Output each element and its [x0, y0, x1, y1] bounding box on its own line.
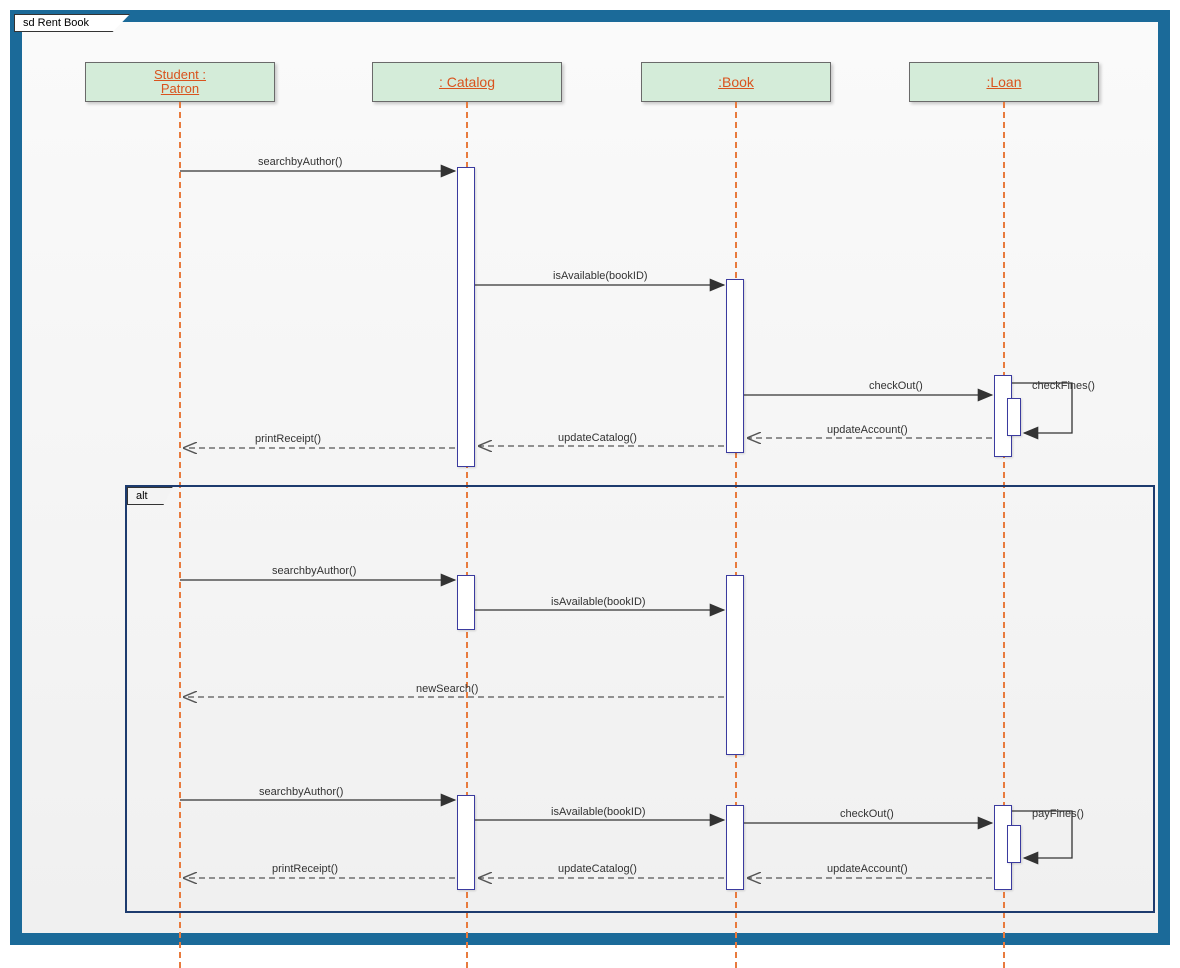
frame-title-tab: sd Rent Book	[14, 14, 130, 32]
activation-loan-1-self	[1007, 398, 1021, 436]
activation-catalog-1	[457, 167, 475, 467]
alt-label-tab: alt	[127, 487, 173, 505]
participant-student-label: Student : Patron	[154, 68, 206, 96]
participant-book-label: :Book	[718, 74, 754, 90]
msg-printreceipt-1: printReceipt()	[255, 433, 321, 445]
msg-searchbyauthor-3: searchbyAuthor()	[259, 786, 343, 798]
participant-catalog-label: : Catalog	[439, 74, 495, 90]
msg-searchbyauthor-1: searchbyAuthor()	[258, 156, 342, 168]
msg-checkout-1: checkOut()	[869, 380, 923, 392]
msg-checkout-2: checkOut()	[840, 808, 894, 820]
participant-loan-label: :Loan	[986, 74, 1021, 90]
participant-loan: :Loan	[909, 62, 1099, 102]
msg-updatecatalog-1: updateCatalog()	[558, 432, 637, 444]
msg-isavailable-2: isAvailable(bookID)	[551, 596, 646, 608]
msg-updatecatalog-2: updateCatalog()	[558, 863, 637, 875]
participant-catalog: : Catalog	[372, 62, 562, 102]
msg-isavailable-3: isAvailable(bookID)	[551, 806, 646, 818]
msg-updateaccount-1: updateAccount()	[827, 424, 908, 436]
msg-printreceipt-2: printReceipt()	[272, 863, 338, 875]
msg-searchbyauthor-2: searchbyAuthor()	[272, 565, 356, 577]
msg-payfines: payFines()	[1032, 808, 1084, 820]
msg-checkfines: checkFines()	[1032, 380, 1095, 392]
msg-updateaccount-2: updateAccount()	[827, 863, 908, 875]
participant-student: Student : Patron	[85, 62, 275, 102]
msg-isavailable-1: isAvailable(bookID)	[553, 270, 648, 282]
msg-newsearch: newSearch()	[416, 683, 478, 695]
alt-combined-fragment: alt	[125, 485, 1155, 913]
activation-book-1	[726, 279, 744, 453]
participant-book: :Book	[641, 62, 831, 102]
